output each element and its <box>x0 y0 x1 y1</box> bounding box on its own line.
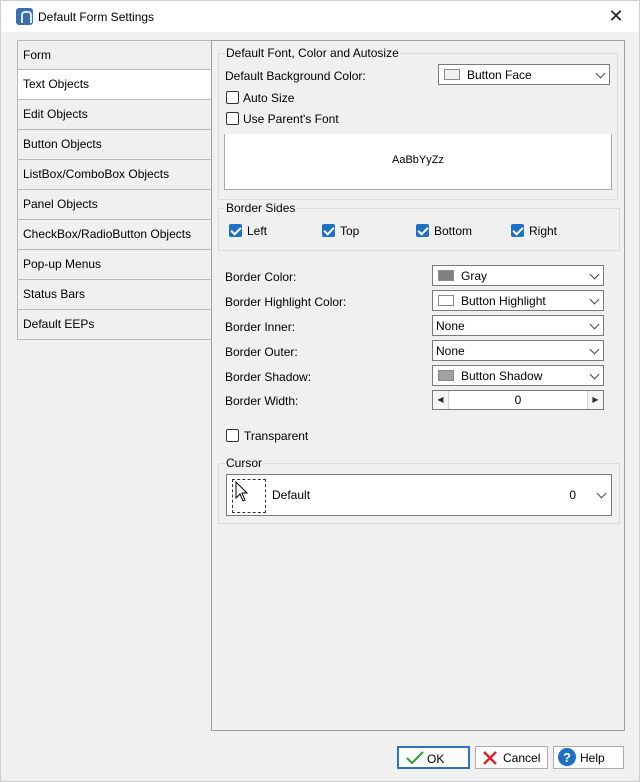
border-width-value: 0 <box>514 393 522 407</box>
ok-label: OK <box>427 752 445 766</box>
font-color-group: Default Font, Color and Autosize Default… <box>218 46 618 200</box>
border-color-swatch <box>438 270 454 281</box>
bg-color-label: Default Background Color: <box>225 69 366 83</box>
border-color-value: Gray <box>461 269 488 283</box>
border-highlight-label: Border Highlight Color: <box>225 295 347 309</box>
chevron-down-icon <box>589 344 600 355</box>
close-button[interactable]: ✕ <box>607 7 625 25</box>
border-left-label: Left <box>247 224 268 238</box>
tab-label: Button Objects <box>23 137 102 151</box>
font-group-title: Default Font, Color and Autosize <box>225 46 400 60</box>
auto-size-label: Auto Size <box>243 91 295 105</box>
border-outer-value: None <box>436 344 465 358</box>
cursor-preview <box>232 479 266 513</box>
font-preview-text: AaBbYyZz <box>392 154 444 166</box>
border-sides-group: Border Sides Left Top Bottom Right <box>218 201 620 251</box>
border-shadow-value: Button Shadow <box>461 369 543 383</box>
use-parent-font-checkbox[interactable] <box>226 112 239 125</box>
tab-checkbox-radiobutton-objects[interactable]: CheckBox/RadioButton Objects <box>17 220 212 250</box>
chevron-down-icon <box>589 319 600 330</box>
transparent-label: Transparent <box>244 429 309 443</box>
bg-color-swatch <box>444 69 460 80</box>
border-bottom-checkbox[interactable] <box>416 224 429 237</box>
close-icon: ✕ <box>608 6 624 26</box>
border-inner-select[interactable]: None <box>432 315 604 336</box>
dialog-window: Default Form Settings ✕ Form Text Object… <box>0 0 640 782</box>
increment-arrow-icon[interactable]: ▶ <box>587 391 603 409</box>
app-icon <box>16 8 33 25</box>
chevron-down-icon <box>589 369 600 380</box>
chevron-down-icon <box>589 294 600 305</box>
tab-default-eeps[interactable]: Default EEPs <box>17 310 212 340</box>
auto-size-checkbox[interactable] <box>226 91 239 104</box>
border-width-spinner[interactable]: ◀ 0 ▶ <box>432 390 604 410</box>
border-width-label: Border Width: <box>225 394 299 408</box>
border-outer-select[interactable]: None <box>432 340 604 361</box>
border-outer-label: Border Outer: <box>225 345 298 359</box>
help-button[interactable]: ? Help <box>553 746 624 769</box>
cancel-button[interactable]: Cancel <box>475 746 548 769</box>
tab-label: ListBox/ComboBox Objects <box>23 167 170 181</box>
use-parent-font-label: Use Parent's Font <box>243 112 339 126</box>
border-color-label: Border Color: <box>225 270 297 284</box>
settings-panel: Default Font, Color and Autosize Default… <box>211 40 625 731</box>
tab-label: Panel Objects <box>23 197 98 211</box>
border-shadow-swatch <box>438 370 454 381</box>
window-title: Default Form Settings <box>38 10 155 24</box>
cursor-value: Default <box>272 488 311 502</box>
help-label: Help <box>580 751 605 765</box>
category-tab-list: Form Text Objects Edit Objects Button Ob… <box>17 40 212 340</box>
bg-color-select[interactable]: Button Face <box>438 64 610 85</box>
checkmark-icon <box>406 751 424 765</box>
border-highlight-select[interactable]: Button Highlight <box>432 290 604 311</box>
tab-button-objects[interactable]: Button Objects <box>17 130 212 160</box>
chevron-down-icon <box>596 488 607 499</box>
cursor-group: Cursor Default 0 <box>218 456 620 524</box>
tab-label: Status Bars <box>23 287 86 301</box>
tab-text-objects[interactable]: Text Objects <box>17 70 212 100</box>
cursor-number: 0 <box>569 488 576 502</box>
cursor-group-title: Cursor <box>225 456 264 470</box>
border-bottom-label: Bottom <box>434 224 473 238</box>
tab-label: Form <box>23 48 51 62</box>
tab-listbox-combobox-objects[interactable]: ListBox/ComboBox Objects <box>17 160 212 190</box>
ok-button[interactable]: OK <box>397 746 470 769</box>
border-highlight-swatch <box>438 295 454 306</box>
chevron-down-icon <box>589 269 600 280</box>
tab-form[interactable]: Form <box>17 40 212 70</box>
border-shadow-select[interactable]: Button Shadow <box>432 365 604 386</box>
border-color-select[interactable]: Gray <box>432 265 604 286</box>
border-sides-title: Border Sides <box>225 201 297 215</box>
tab-panel-objects[interactable]: Panel Objects <box>17 190 212 220</box>
tab-label: Text Objects <box>23 77 90 91</box>
border-inner-label: Border Inner: <box>225 320 296 334</box>
bg-color-value: Button Face <box>467 68 532 82</box>
border-inner-value: None <box>436 319 465 333</box>
font-preview-box[interactable]: AaBbYyZz <box>224 134 612 190</box>
arrow-cursor-icon <box>235 481 249 502</box>
help-question-icon: ? <box>558 748 576 766</box>
svg-text:?: ? <box>563 750 571 765</box>
tab-edit-objects[interactable]: Edit Objects <box>17 100 212 130</box>
border-left-checkbox[interactable] <box>229 224 242 237</box>
decrement-arrow-icon[interactable]: ◀ <box>433 391 449 409</box>
chevron-down-icon <box>595 68 606 79</box>
tab-status-bars[interactable]: Status Bars <box>17 280 212 310</box>
tab-label: Pop-up Menus <box>23 257 102 271</box>
border-right-label: Right <box>529 224 558 238</box>
tab-label: Default EEPs <box>23 317 95 331</box>
tab-label: CheckBox/RadioButton Objects <box>23 227 192 241</box>
cancel-label: Cancel <box>503 751 541 765</box>
border-shadow-label: Border Shadow: <box>225 370 312 384</box>
title-bar: Default Form Settings ✕ <box>1 1 639 32</box>
border-right-checkbox[interactable] <box>511 224 524 237</box>
tab-label: Edit Objects <box>23 107 88 121</box>
cursor-select[interactable]: Default 0 <box>226 474 612 516</box>
transparent-checkbox[interactable] <box>226 429 239 442</box>
tab-popup-menus[interactable]: Pop-up Menus <box>17 250 212 280</box>
border-top-label: Top <box>340 224 360 238</box>
cancel-x-icon <box>483 751 497 765</box>
border-top-checkbox[interactable] <box>322 224 335 237</box>
border-highlight-value: Button Highlight <box>461 294 546 308</box>
